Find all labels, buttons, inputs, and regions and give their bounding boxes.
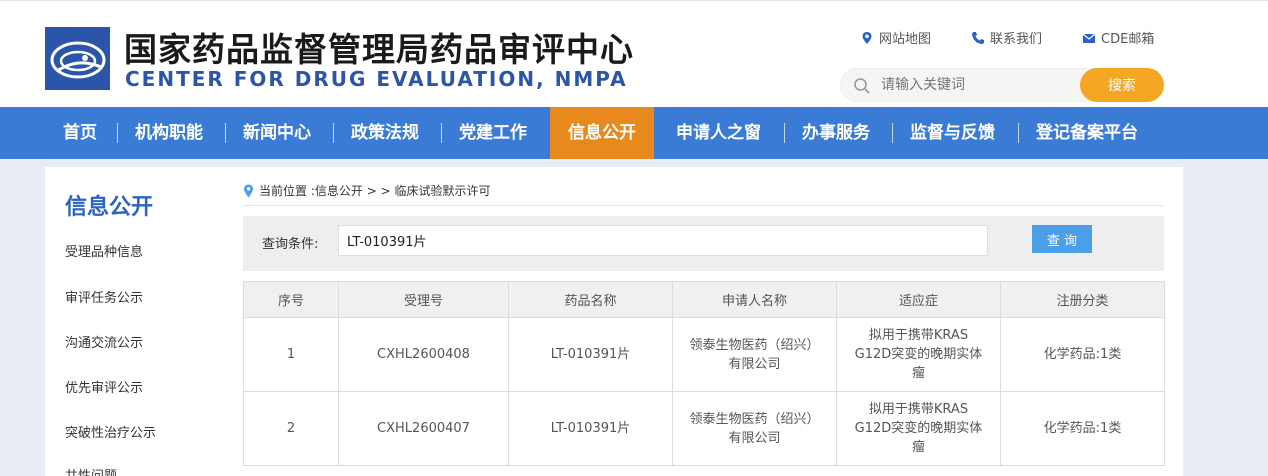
- col-header-drug-name: 药品名称: [508, 281, 673, 318]
- col-header-acceptance-no: 受理号: [338, 281, 509, 318]
- cde-mail-label: CDE邮箱: [1101, 32, 1155, 47]
- sidebar-item-breakthrough-therapy[interactable]: 突破性治疗公示: [65, 422, 156, 441]
- nav-item-party-building[interactable]: 党建工作: [441, 107, 545, 159]
- nav-item-registration-platform[interactable]: 登记备案平台: [1018, 107, 1156, 159]
- cell-indication: 拟用于携带KRAS G12D突变的晚期实体瘤: [836, 391, 1001, 466]
- cde-mail-link[interactable]: CDE邮箱: [1082, 28, 1154, 47]
- cde-logo-icon[interactable]: [45, 27, 110, 90]
- nav-item-functions[interactable]: 机构职能: [117, 107, 221, 159]
- search-box: [840, 68, 1110, 102]
- main-nav: 首页 机构职能 新闻中心 政策法规 党建工作 信息公开 申请人之窗 办事服务 监…: [0, 107, 1268, 159]
- breadcrumb-separator: > >: [362, 183, 395, 198]
- table-header-row: 序号 受理号 药品名称 申请人名称 适应症 注册分类: [243, 281, 1165, 318]
- site-title-en: CENTER FOR DRUG EVALUATION, NMPA: [125, 67, 628, 91]
- query-bar: 查询条件: 查 询: [243, 216, 1164, 271]
- top-links: 网站地图 联系我们 CDE邮箱: [860, 28, 1154, 47]
- location-pin-icon: [862, 31, 872, 44]
- search-input[interactable]: [881, 69, 1101, 101]
- breadcrumb-prefix: 当前位置 :: [259, 184, 315, 198]
- col-header-index: 序号: [243, 281, 339, 318]
- sidebar-item-review-tasks[interactable]: 审评任务公示: [65, 287, 143, 306]
- col-header-registration-class: 注册分类: [1000, 281, 1165, 318]
- cell-acceptance-no: CXHL2600408: [338, 317, 509, 392]
- site-search: 搜索: [840, 68, 1164, 102]
- cell-drug-name: LT-010391片: [508, 391, 673, 466]
- search-button[interactable]: 搜索: [1080, 68, 1164, 102]
- col-header-indication: 适应症: [836, 281, 1001, 318]
- nav-item-news[interactable]: 新闻中心: [225, 107, 329, 159]
- nav-item-supervision-feedback[interactable]: 监督与反馈: [892, 107, 1013, 159]
- nav-item-policies[interactable]: 政策法规: [333, 107, 437, 159]
- cell-applicant: 领泰生物医药（绍兴）有限公司: [672, 391, 837, 466]
- breadcrumb: 当前位置 : 信息公开 > > 临床试验默示许可: [243, 182, 490, 199]
- nav-item-information-disclosure[interactable]: 信息公开: [550, 107, 654, 159]
- breadcrumb-link-info[interactable]: 信息公开: [315, 182, 363, 199]
- cell-acceptance-no: CXHL2600407: [338, 391, 509, 466]
- results-table: 序号 受理号 药品名称 申请人名称 适应症 注册分类 1 CXHL2600408…: [243, 281, 1165, 466]
- query-label: 查询条件:: [262, 237, 319, 252]
- table-row[interactable]: 2 CXHL2600407 LT-010391片 领泰生物医药（绍兴）有限公司 …: [243, 391, 1165, 466]
- sidebar-item-common-issues[interactable]: 共性问题: [65, 465, 117, 476]
- location-pin-icon: [244, 184, 253, 197]
- mail-icon: [1082, 33, 1096, 43]
- sidebar-item-accepted-varieties[interactable]: 受理品种信息: [65, 241, 143, 260]
- cell-applicant: 领泰生物医药（绍兴）有限公司: [672, 317, 837, 392]
- sidebar-item-communication[interactable]: 沟通交流公示: [65, 332, 143, 351]
- site-map-label: 网站地图: [879, 32, 932, 47]
- sidebar: 信息公开 受理品种信息 审评任务公示 沟通交流公示 优先审评公示 突破性治疗公示…: [45, 167, 224, 476]
- sidebar-item-priority-review[interactable]: 优先审评公示: [65, 377, 143, 396]
- cell-drug-name: LT-010391片: [508, 317, 673, 392]
- phone-icon: [972, 31, 985, 44]
- contact-us-link[interactable]: 联系我们: [971, 28, 1042, 47]
- cell-registration-class: 化学药品:1类: [1000, 317, 1165, 392]
- breadcrumb-current: 临床试验默示许可: [394, 184, 491, 198]
- site-title-cn: 国家药品监督管理局药品审评中心: [124, 30, 634, 69]
- cell-indication: 拟用于携带KRAS G12D突变的晚期实体瘤: [836, 317, 1001, 392]
- site-header: 国家药品监督管理局药品审评中心 CENTER FOR DRUG EVALUATI…: [0, 0, 1268, 107]
- cell-registration-class: 化学药品:1类: [1000, 391, 1165, 466]
- breadcrumb-divider: [243, 205, 1164, 206]
- main-content: 当前位置 : 信息公开 > > 临床试验默示许可 查询条件: 查 询 序号 受理…: [224, 167, 1183, 476]
- table-row[interactable]: 1 CXHL2600408 LT-010391片 领泰生物医药（绍兴）有限公司 …: [243, 317, 1165, 392]
- site-map-link[interactable]: 网站地图: [860, 28, 931, 47]
- query-input[interactable]: [338, 225, 988, 256]
- query-button[interactable]: 查 询: [1032, 225, 1092, 253]
- contact-us-label: 联系我们: [990, 32, 1043, 47]
- sidebar-title: 信息公开: [65, 195, 154, 220]
- nav-item-home[interactable]: 首页: [45, 107, 115, 159]
- nav-item-services[interactable]: 办事服务: [784, 107, 888, 159]
- nav-item-applicant-window[interactable]: 申请人之窗: [658, 107, 779, 159]
- cell-index: 2: [243, 391, 339, 466]
- cell-index: 1: [243, 317, 339, 392]
- search-icon: [854, 78, 870, 94]
- col-header-applicant: 申请人名称: [672, 281, 837, 318]
